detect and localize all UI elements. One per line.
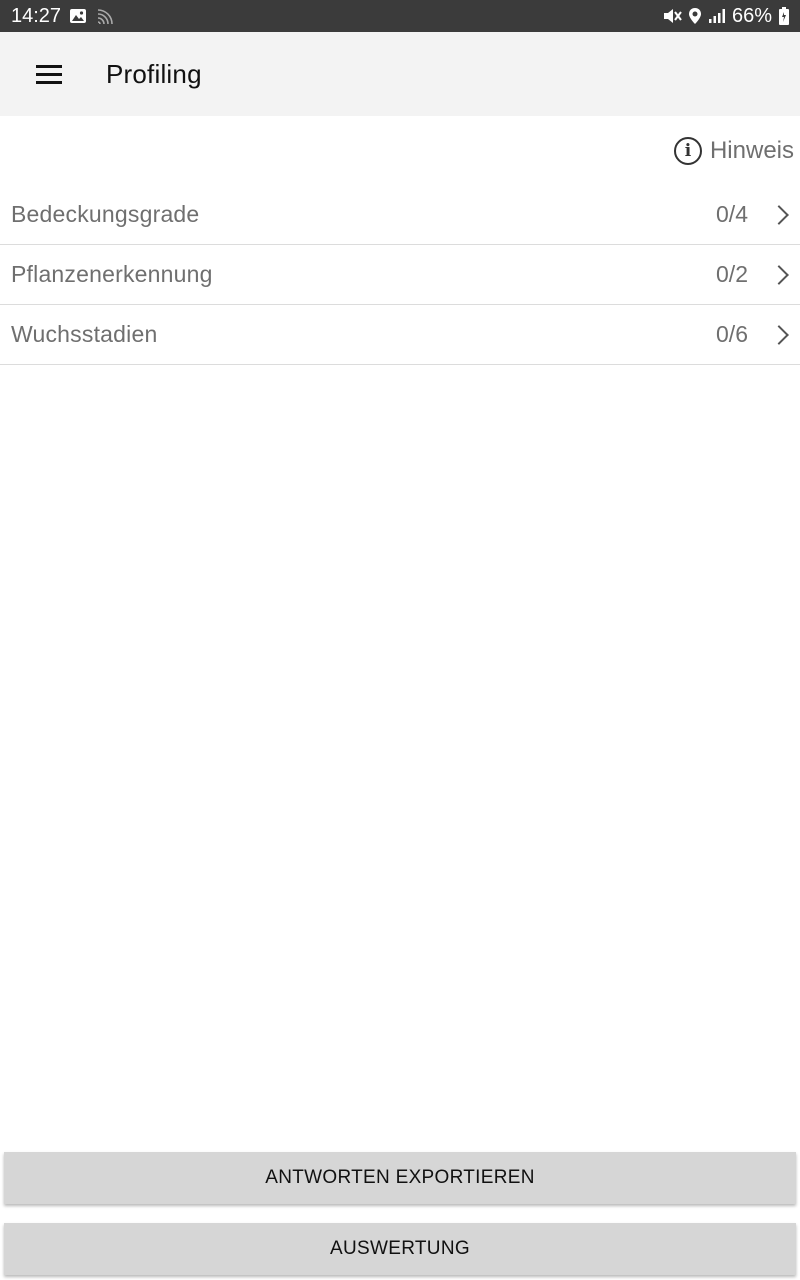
chevron-right-icon [769, 264, 789, 285]
status-right: 66% [662, 5, 790, 28]
list-item-wuchsstadien[interactable]: Wuchsstadien 0/6 [0, 305, 800, 365]
screen: 14:27 66% Profiling i Hinweis Bedeckungs… [0, 0, 800, 1280]
hint-link[interactable]: i Hinweis [673, 134, 794, 168]
info-icon: i [673, 137, 702, 165]
status-time: 14:27 [11, 4, 62, 27]
list-item-pflanzenerkennung[interactable]: Pflanzenerkennung 0/2 [0, 245, 800, 305]
app-bar: Profiling [0, 32, 800, 116]
hint-label: Hinweis [709, 137, 794, 164]
evaluation-button[interactable]: AUSWERTUNG [4, 1223, 796, 1275]
category-list: Bedeckungsgrade 0/4 Pflanzenerkennung 0/… [0, 185, 800, 365]
list-item-label: Wuchsstadien [11, 321, 158, 347]
menu-button[interactable] [0, 32, 98, 116]
list-item-bedeckungsgrade[interactable]: Bedeckungsgrade 0/4 [0, 185, 800, 245]
list-item-count: 0/2 [716, 261, 748, 287]
chevron-right-icon [769, 204, 789, 225]
list-item-count: 0/6 [716, 321, 748, 347]
list-item-label: Pflanzenerkennung [11, 261, 213, 287]
image-icon [69, 8, 87, 24]
list-item-label: Bedeckungsgrade [11, 201, 200, 227]
location-icon [688, 7, 702, 25]
battery-percent: 66% [731, 4, 772, 27]
status-left: 14:27 [11, 5, 115, 28]
page-title: Profiling [106, 58, 202, 89]
list-item-count: 0/4 [716, 201, 748, 227]
status-bar: 14:27 66% [0, 0, 800, 32]
cast-icon [95, 7, 115, 25]
signal-icon [708, 8, 726, 24]
battery-icon [778, 6, 790, 26]
chevron-right-icon [769, 324, 789, 345]
menu-icon [36, 64, 62, 84]
mute-icon [662, 7, 682, 25]
export-answers-button[interactable]: ANTWORTEN EXPORTIEREN [4, 1152, 796, 1204]
